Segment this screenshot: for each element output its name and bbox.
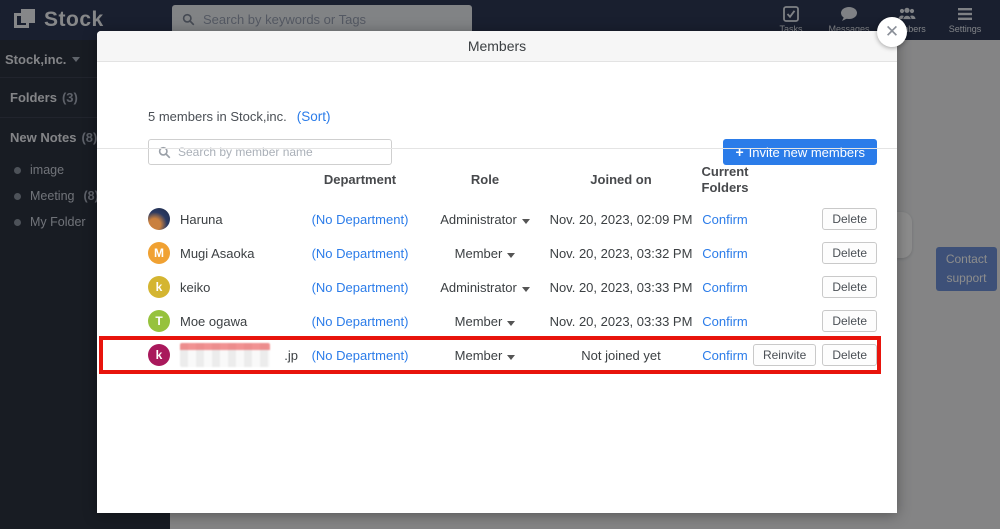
members-table: Department Role Joined on Current Folder… <box>148 158 877 372</box>
department-link[interactable]: (No Department) <box>298 212 422 227</box>
role-dropdown[interactable]: Member <box>422 246 548 261</box>
member-name: Mugi Asaoka <box>180 246 254 261</box>
department-link[interactable]: (No Department) <box>298 246 422 261</box>
department-link[interactable]: (No Department) <box>298 280 422 295</box>
table-row: M Mugi Asaoka (No Department) Member Nov… <box>148 236 877 270</box>
chevron-down-icon <box>507 253 515 258</box>
delete-button[interactable]: Delete <box>822 276 877 298</box>
member-name: Haruna <box>180 212 223 227</box>
member-name: keiko <box>180 280 210 295</box>
joined-on: Nov. 20, 2023, 02:09 PM <box>548 212 694 227</box>
avatar: T <box>148 310 170 332</box>
chevron-down-icon <box>522 287 530 292</box>
column-joined-on: Joined on <box>548 172 694 188</box>
sort-link[interactable]: (Sort) <box>297 109 331 124</box>
joined-on: Nov. 20, 2023, 03:32 PM <box>548 246 694 261</box>
member-name-suffix: .jp <box>284 348 298 363</box>
chevron-down-icon <box>522 219 530 224</box>
confirm-link[interactable]: Confirm <box>694 348 756 363</box>
role-dropdown[interactable]: Administrator <box>422 280 548 295</box>
members-modal: Members ✕ 5 members in Stock,inc. (Sort)… <box>97 31 897 513</box>
members-summary: 5 members in Stock,inc. <box>148 109 287 124</box>
joined-status: Not joined yet <box>548 348 694 363</box>
app-root: Stock Tasks Messages Members Settings <box>0 0 1000 529</box>
modal-title: Members <box>97 31 897 62</box>
avatar: k <box>148 344 170 366</box>
confirm-link[interactable]: Confirm <box>694 280 756 295</box>
role-dropdown[interactable]: Member <box>422 348 548 363</box>
confirm-link[interactable]: Confirm <box>694 212 756 227</box>
table-row: Haruna (No Department) Administrator Nov… <box>148 202 877 236</box>
role-dropdown[interactable]: Member <box>422 314 548 329</box>
table-header-row: Department Role Joined on Current Folder… <box>148 158 877 202</box>
redacted-email <box>180 343 270 367</box>
column-department: Department <box>298 172 422 188</box>
column-role: Role <box>422 172 548 188</box>
confirm-link[interactable]: Confirm <box>694 246 756 261</box>
table-row: k keiko (No Department) Administrator No… <box>148 270 877 304</box>
joined-on: Nov. 20, 2023, 03:33 PM <box>548 280 694 295</box>
delete-button[interactable]: Delete <box>822 208 877 230</box>
member-name: Moe ogawa <box>180 314 247 329</box>
role-dropdown[interactable]: Administrator <box>422 212 548 227</box>
joined-on: Nov. 20, 2023, 03:33 PM <box>548 314 694 329</box>
close-icon[interactable]: ✕ <box>877 17 907 47</box>
table-row: T Moe ogawa (No Department) Member Nov. … <box>148 304 877 338</box>
delete-button[interactable]: Delete <box>822 310 877 332</box>
avatar <box>148 208 170 230</box>
avatar: M <box>148 242 170 264</box>
avatar: k <box>148 276 170 298</box>
department-link[interactable]: (No Department) <box>298 314 422 329</box>
chevron-down-icon <box>507 321 515 326</box>
department-link[interactable]: (No Department) <box>298 348 422 363</box>
delete-button[interactable]: Delete <box>822 344 877 366</box>
chevron-down-icon <box>507 355 515 360</box>
table-row-highlighted: k .jp (No Department) Member Not joined … <box>148 338 877 372</box>
reinvite-button[interactable]: Reinvite <box>753 344 816 366</box>
column-current-folders: Current Folders <box>694 164 756 197</box>
divider <box>97 148 897 149</box>
delete-button[interactable]: Delete <box>822 242 877 264</box>
confirm-link[interactable]: Confirm <box>694 314 756 329</box>
